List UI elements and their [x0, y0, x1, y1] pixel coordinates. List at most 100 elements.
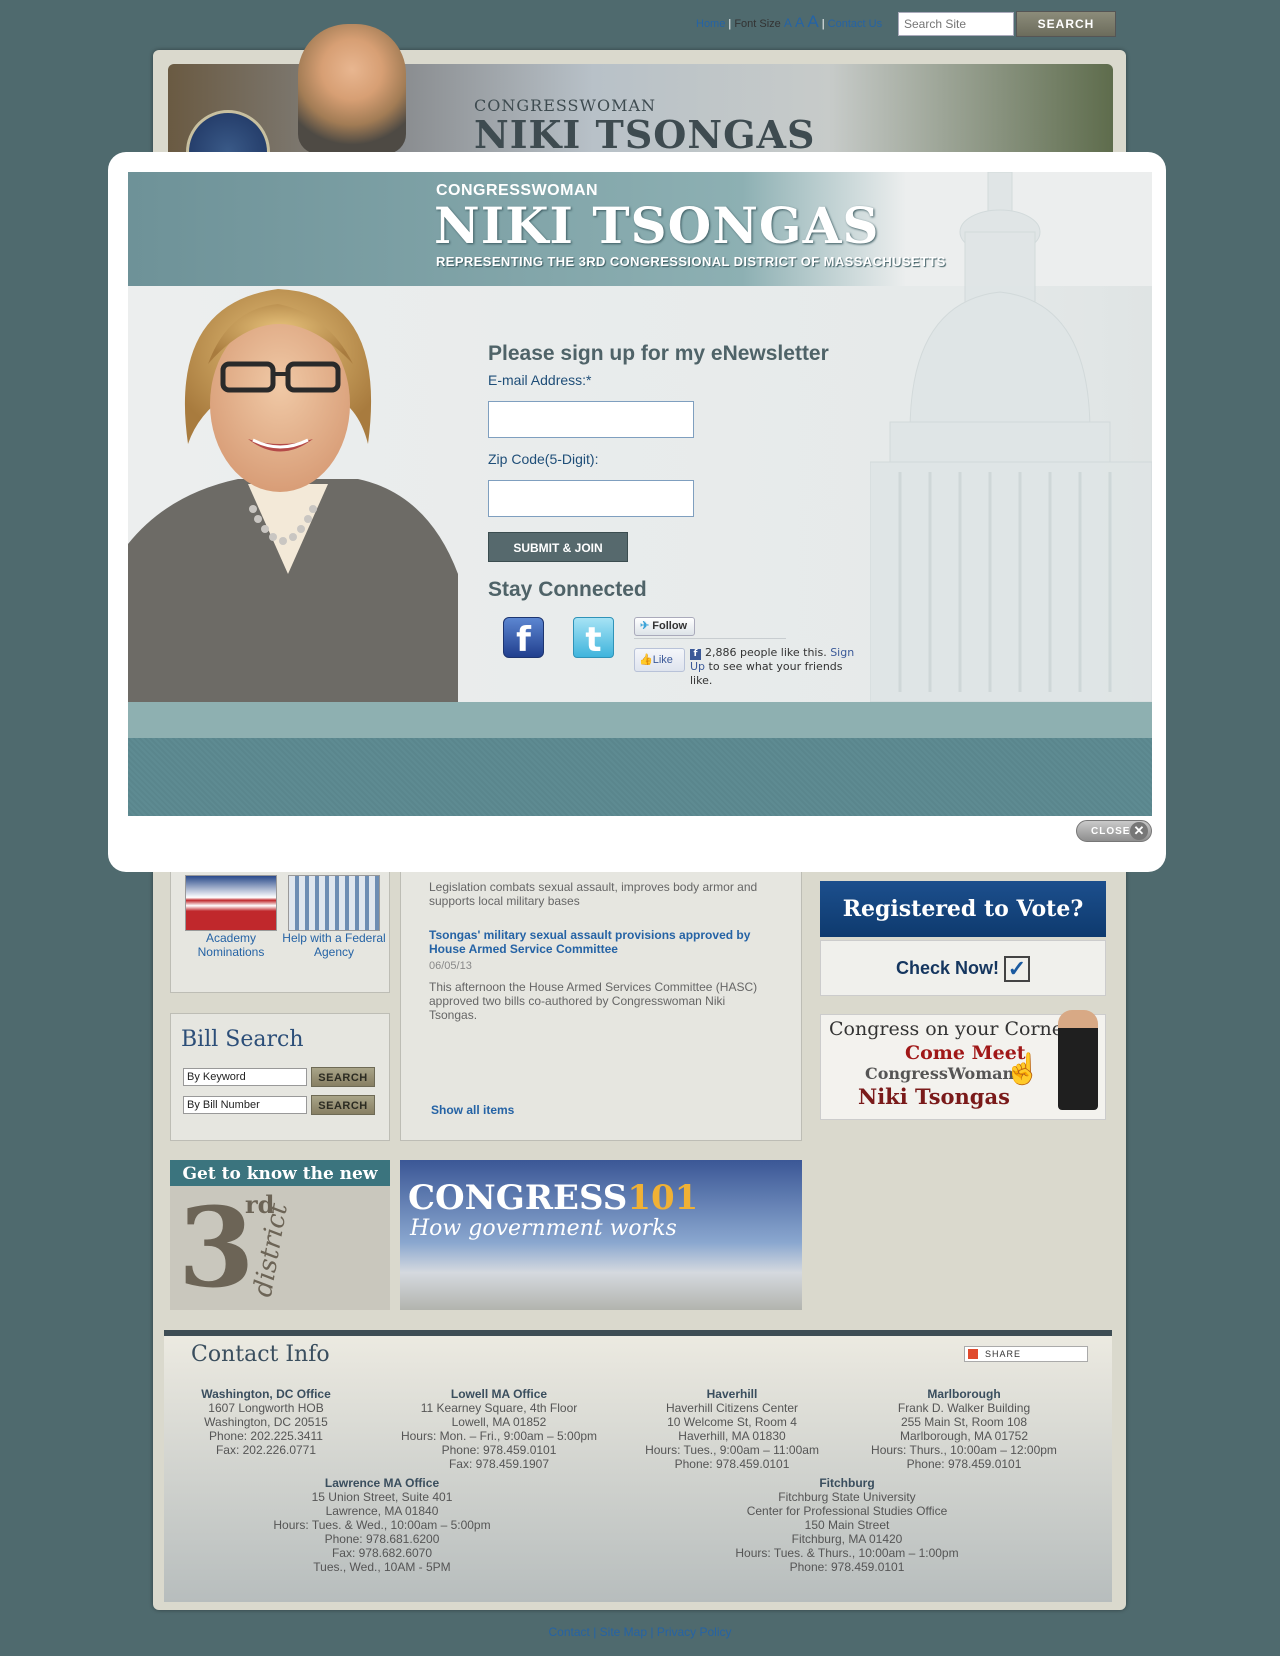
office-line: Phone: 978.459.0101: [674, 1457, 790, 1471]
federal-agency-image[interactable]: [288, 875, 380, 931]
follow-label: Follow: [652, 620, 688, 632]
congress-101-subtitle: How government works: [410, 1216, 677, 1241]
site-search-button[interactable]: SEARCH: [1016, 11, 1116, 37]
third-district-banner-title: Get to know the new: [182, 1164, 378, 1184]
congress-101-title-a: CONGRESS: [408, 1178, 628, 1218]
office-line: Lawrence, MA 01840: [325, 1504, 439, 1518]
congress-101-number: 101: [627, 1178, 699, 1218]
site-search-input[interactable]: [898, 12, 1014, 36]
modal-tagline: REPRESENTING THE 3RD CONGRESSIONAL DISTR…: [436, 254, 946, 269]
corner-line-3: CongressWoman: [865, 1064, 1015, 1083]
office-line: Phone: 978.681.6200: [324, 1532, 440, 1546]
contact-us-link[interactable]: Contact Us: [828, 18, 882, 30]
zip-label: Zip Code(5-Digit):: [488, 451, 599, 467]
corner-portrait: [1058, 1010, 1098, 1110]
bill-keyword-input[interactable]: [183, 1068, 307, 1086]
separator: |: [650, 1625, 654, 1639]
footer-site-map-link[interactable]: Site Map: [600, 1625, 647, 1639]
modal-footer-pattern: [128, 738, 1152, 816]
office-name: Lawrence MA Office: [324, 1476, 440, 1490]
facebook-small-icon: f: [690, 649, 701, 660]
office-name: Washington, DC Office: [201, 1387, 331, 1401]
office-line: 10 Welcome St, Room 4: [667, 1415, 797, 1429]
submit-join-button[interactable]: SUBMIT & JOIN: [488, 532, 628, 562]
twitter-bird-icon: ✈: [640, 620, 650, 632]
utility-nav: Home | Font Size A A A | Contact Us: [696, 12, 882, 32]
office-line: Hours: Tues., 9:00am – 11:00am: [645, 1443, 819, 1457]
federal-agency-link[interactable]: Help with a Federal Agency: [279, 931, 389, 959]
bill-search-title: Bill Search: [181, 1027, 304, 1052]
academy-nominations-link[interactable]: Academy Nominations: [176, 931, 286, 959]
office-line: Haverhill Citizens Center: [665, 1401, 799, 1415]
corner-line-4: Niki Tsongas: [858, 1084, 1010, 1109]
office-line: Haverhill, MA 01830: [678, 1429, 786, 1443]
footer-links: Contact | Site Map | Privacy Policy: [0, 1625, 1280, 1639]
registered-to-vote-banner[interactable]: Registered to Vote?: [820, 881, 1106, 937]
bill-keyword-search-button[interactable]: SEARCH: [311, 1067, 375, 1087]
email-field[interactable]: [488, 401, 694, 438]
modal-title: NIKI TSONGAS: [434, 196, 880, 255]
office-name: Haverhill: [706, 1387, 758, 1401]
office-fitchburg: Fitchburg Fitchburg State University Cen…: [722, 1476, 972, 1574]
office-name: Marlborough: [927, 1387, 1001, 1401]
twitter-follow-button[interactable]: ✈ Follow: [634, 617, 695, 636]
check-now-button[interactable]: Check Now! ✓: [820, 940, 1106, 996]
office-line: Center for Professional Studies Office: [746, 1504, 948, 1518]
office-line: Phone: 978.459.0101: [789, 1560, 905, 1574]
footer-privacy-link[interactable]: Privacy Policy: [657, 1625, 732, 1639]
office-line: 150 Main Street: [804, 1518, 890, 1532]
office-line: Hours: Tues. & Thurs., 10:00am – 1:00pm: [735, 1546, 959, 1560]
news-headline-link[interactable]: Tsongas' military sexual assault provisi…: [429, 928, 769, 956]
facebook-like-button[interactable]: 👍Like: [634, 648, 685, 672]
capitol-dome-image: [870, 172, 1152, 702]
office-name: Fitchburg: [819, 1476, 875, 1490]
font-size-medium-link[interactable]: A: [795, 14, 804, 30]
close-icon[interactable]: ✕: [1130, 822, 1148, 840]
like-rest-text: to see what your friends like.: [690, 660, 843, 684]
zip-code-field[interactable]: [488, 480, 694, 517]
bill-number-search-button[interactable]: SEARCH: [311, 1095, 375, 1115]
share-button[interactable]: SHARE: [964, 1346, 1088, 1362]
like-count-text: 2,886 people like this.: [705, 646, 827, 659]
office-line: Frank D. Walker Building: [897, 1401, 1031, 1415]
office-line: Marlborough, MA 01752: [899, 1429, 1029, 1443]
newsletter-heading: Please sign up for my eNewsletter: [488, 342, 829, 365]
facebook-like-count: f 2,886 people like this. Sign Up to see …: [690, 646, 856, 684]
twitter-icon[interactable]: t: [573, 617, 614, 660]
footer-contact-link[interactable]: Contact: [548, 1625, 589, 1639]
stay-connected-heading: Stay Connected: [488, 578, 647, 601]
font-size-small-link[interactable]: A: [784, 16, 792, 30]
pointing-hand-icon: ☝: [1004, 1053, 1042, 1086]
office-line: 15 Union Street, Suite 401: [311, 1490, 453, 1504]
third-district-number: 3: [178, 1183, 255, 1312]
office-line: Hours: Mon. – Fri., 9:00am – 5:00pm: [400, 1429, 598, 1443]
separator: |: [728, 18, 732, 30]
bill-number-input[interactable]: [183, 1096, 307, 1114]
facebook-icon[interactable]: f: [503, 617, 544, 660]
thumbs-up-icon: 👍: [639, 654, 653, 666]
office-line: Phone: 978.459.0101: [906, 1457, 1022, 1471]
separator: |: [593, 1625, 597, 1639]
home-link[interactable]: Home: [696, 18, 725, 30]
office-line: 255 Main St, Room 108: [900, 1415, 1028, 1429]
check-now-label: Check Now!: [895, 958, 999, 978]
office-marlborough: Marlborough Frank D. Walker Building 255…: [839, 1387, 1089, 1471]
office-line: Fax: 202.226.0771: [215, 1443, 317, 1457]
news-summary: This afternoon the House Armed Services …: [429, 980, 758, 1022]
office-line: Phone: 202.225.3411: [209, 1429, 323, 1443]
separator: |: [821, 18, 825, 30]
divider: [634, 638, 786, 639]
office-name: Lowell MA Office: [450, 1387, 548, 1401]
email-label: E-mail Address:*: [488, 372, 592, 388]
congress-101-title: CONGRESS101: [408, 1178, 698, 1218]
office-line: 11 Kearney Square, 4th Floor: [420, 1401, 578, 1415]
show-all-items-link[interactable]: Show all items: [431, 1103, 514, 1117]
font-size-large-link[interactable]: A: [807, 12, 818, 31]
modal-footer-stripe: [128, 702, 1152, 738]
office-line: Fitchburg State University: [778, 1490, 916, 1504]
share-plus-icon: [968, 1349, 978, 1359]
office-line: Washington, DC 20515: [204, 1415, 328, 1429]
academy-nominations-image[interactable]: [185, 875, 277, 931]
news-date: 06/05/13: [429, 960, 472, 972]
checkbox-icon: ✓: [1004, 956, 1031, 983]
